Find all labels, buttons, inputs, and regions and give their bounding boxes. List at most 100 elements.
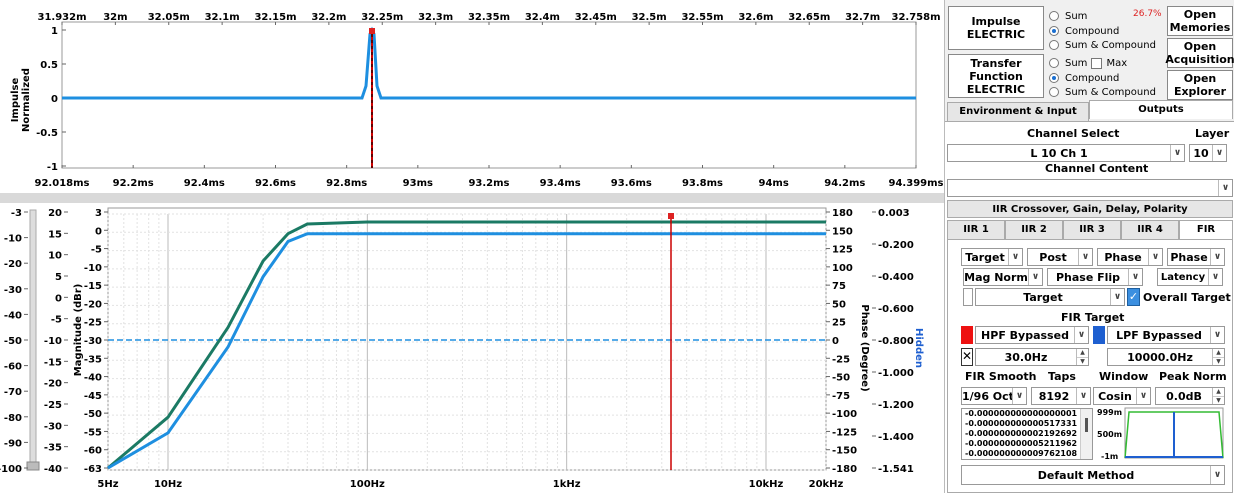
impulse-electric-button[interactable]: Impulse ELECTRIC [948,6,1044,50]
frequency-plot-frame[interactable] [107,207,827,471]
ms-tick: 94ms [759,178,789,189]
phase-tick: -75 [832,391,850,402]
spinner-arrows-icon[interactable]: ▲ ▼ [1212,349,1224,365]
radio-label: Compound [1065,25,1120,37]
chevron-down-icon: ∨ [1128,269,1142,285]
layer-label: Layer [1195,127,1230,140]
radio-label: Sum & Compound [1065,86,1156,98]
row1-dropdown-2[interactable]: Phase ∨ [1097,248,1163,266]
group-axis: 0.003 -0.200 -0.400 -0.600 -0.800 -1.000 -1.20… [872,208,914,475]
phase-ylabel: Phase (Degree) [859,304,870,391]
lpf-color-swatch[interactable] [1093,326,1105,344]
coefficients-list[interactable]: -0.000000000000000001 -0.0000000000005173… [961,408,1093,460]
row1-dropdown-0[interactable]: Target ∨ [961,248,1023,266]
hpf-dropdown[interactable]: HPF Bypassed ∨ [975,326,1089,344]
left-scale-outer: -3 -10 -20 -30 -40 -50 -60 -70 -80 -90 -100 [0,208,28,475]
tab-iir-4[interactable]: IIR 4 [1121,220,1179,240]
row1-value: Target [965,250,1005,264]
ms-tick: 92.018ms [35,178,90,189]
mag-norm-dropdown[interactable]: Mag Norm ∨ [963,268,1043,286]
coefficient-line: -0.000000000000000001 [965,409,1078,418]
default-method-dropdown[interactable]: Default Method ∨ [961,465,1225,485]
radio-label: Sum [1065,10,1088,22]
latency-dropdown[interactable]: Latency ∨ [1157,268,1223,286]
impulse-sum-compound-radio[interactable]: Sum & Compound [1049,38,1156,52]
open-acquisition-button[interactable]: Open Acquisition [1165,38,1234,68]
tab-fir[interactable]: FIR [1179,220,1233,239]
channel-select-dropdown[interactable]: L 10 Ch 1 ∨ [947,144,1185,162]
fir-target-label: FIR Target [1061,311,1125,324]
scale-tick: -60 [84,446,102,457]
target-value: Target [1023,290,1063,304]
target-color-swatch[interactable] [963,288,973,306]
mag-norm-value: Mag Norm [964,270,1028,284]
open-memories-button[interactable]: Open Memories [1167,6,1233,36]
coefficients-scrollbar[interactable] [1080,409,1092,459]
hpf-bypass-toggle[interactable]: ✕ [961,348,973,366]
target-dropdown[interactable]: Target ∨ [975,288,1125,306]
overall-target-checkbox[interactable]: ✓ [1127,288,1140,306]
window-dropdown[interactable]: Cosin ∨ [1093,387,1151,405]
tab-iir-2[interactable]: IIR 2 [1005,220,1063,240]
fir-smooth-dropdown[interactable]: 1/96 Oct ∨ [961,387,1027,405]
hpf-frequency-spinner[interactable]: 30.0Hz ▲ ▼ [975,348,1089,366]
scale-tick: 5 [55,272,62,283]
max-checkbox[interactable] [1091,57,1103,69]
layer-dropdown[interactable]: 10 ∨ [1189,144,1227,162]
vertical-slider-thumb[interactable] [26,461,40,471]
impulse-compound-radio[interactable]: Compound [1049,24,1119,38]
ms-tick: 93.8ms [682,178,723,189]
phase-tick: -100 [832,409,857,420]
peak-norm-spinner[interactable]: 0.0dB ▲ ▼ [1155,387,1225,405]
impulse-sum-radio[interactable]: Sum [1049,9,1087,23]
scale-tick: -40 [44,464,62,475]
scale-tick: -35 [84,354,102,365]
channel-content-dropdown[interactable]: ∨ [947,179,1233,197]
transfer-btn-label: Transfer Function ELECTRIC [966,56,1026,96]
hpf-color-swatch[interactable] [961,326,973,344]
freq-tick: 100Hz [350,479,385,490]
ms-tick: 92.4ms [184,178,225,189]
scale-tick: 0 [55,293,62,304]
left-scale-inner: 3 0 -5 -10 -15 -20 -25 -30 -35 -40 -45 -50 -55 -60 -63 [84,208,108,475]
open-explorer-button[interactable]: Open Explorer [1167,70,1233,100]
tab-iir-1[interactable]: IIR 1 [947,220,1005,240]
tab-outputs[interactable]: Outputs [1089,100,1233,119]
row1-dropdown-1[interactable]: Post ∨ [1027,248,1093,266]
ms-tick: 94.399ms [889,178,944,189]
phase-tick: 125 [832,245,853,256]
phase-tick: 100 [832,263,853,274]
phase-flip-dropdown[interactable]: Phase Flip ∨ [1047,268,1143,286]
transfer-function-button[interactable]: Transfer Function ELECTRIC [948,54,1044,98]
tab-iir-3[interactable]: IIR 3 [1063,220,1121,240]
scale-tick: -10 [84,263,102,274]
plot-divider[interactable] [0,193,944,203]
time-tick: 32.7m [845,12,880,23]
phase-tick: 75 [832,281,846,292]
lpf-dropdown[interactable]: LPF Bypassed ∨ [1107,326,1225,344]
scale-tick: -20 [44,379,62,390]
time-tick: 32.758m [891,12,940,23]
tf-compound-radio[interactable]: Compound [1049,71,1119,85]
scale-tick: 0 [95,226,102,237]
time-tick: 32.4m [525,12,560,23]
time-tick: 32.2m [311,12,346,23]
scale-tick: 20 [48,208,62,219]
spinner-arrows-icon[interactable]: ▲ ▼ [1212,388,1224,404]
spinner-arrows-icon[interactable]: ▲ ▼ [1076,349,1088,365]
tf-sum-radio[interactable]: Sum Max [1049,56,1127,70]
tab-environment-input[interactable]: Environment & Input [947,102,1089,122]
group-tick: -0.600 [878,304,914,315]
vertical-slider-track[interactable] [29,209,37,469]
radio-label: Compound [1065,72,1120,84]
tf-sum-compound-radio[interactable]: Sum & Compound [1049,85,1156,99]
scale-tick: -35 [44,443,62,454]
taps-dropdown[interactable]: 8192 ∨ [1031,387,1091,405]
scale-tick: -50 [4,336,22,347]
impulse-plot-frame[interactable] [61,21,917,169]
scale-tick: 15 [48,229,62,240]
row1-dropdown-3[interactable]: Phase ∨ [1167,248,1225,266]
lpf-frequency-spinner[interactable]: 10000.0Hz ▲ ▼ [1107,348,1225,366]
y-tick: 1 [51,26,58,37]
scale-tick: -25 [84,318,102,329]
